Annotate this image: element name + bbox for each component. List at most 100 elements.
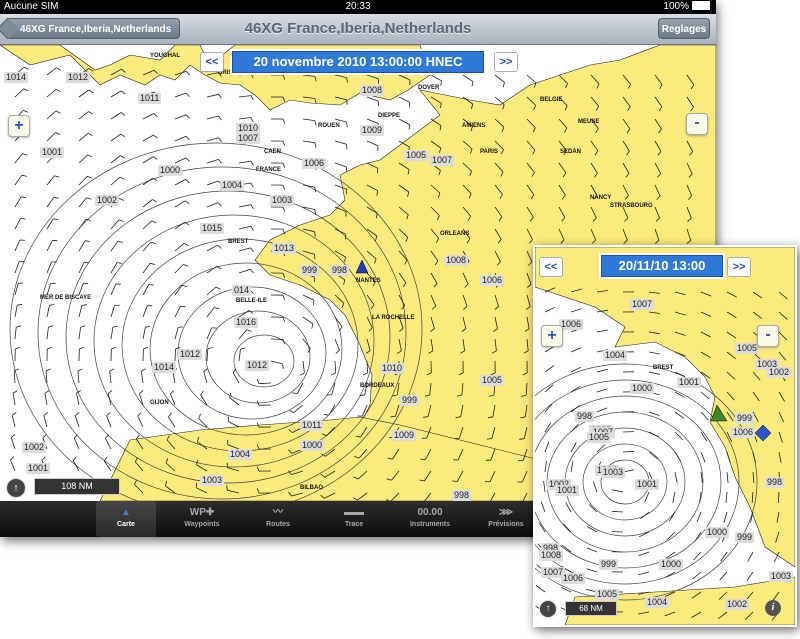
wind-barb — [110, 155, 121, 164]
tab-routes[interactable]: 〰 Routes — [248, 501, 308, 537]
wind-barb — [78, 197, 87, 208]
wind-barb-tick — [250, 182, 254, 188]
inset-previous-time-button[interactable]: << — [539, 257, 563, 277]
wind-barb — [142, 199, 153, 208]
wind-barb-tick — [323, 413, 329, 416]
wind-barb — [174, 157, 187, 164]
wind-barb — [78, 132, 89, 142]
wind-barb-tick — [55, 132, 61, 135]
tab-trace[interactable]: ▬▬ Trace — [324, 501, 384, 537]
inset-zoom-in-button[interactable]: + — [541, 325, 563, 347]
inset-wind-barb — [544, 306, 556, 313]
inset-north-up-button[interactable]: ↑ — [539, 600, 557, 618]
wind-barb-tick — [229, 392, 232, 398]
wind-barb-tick — [218, 115, 222, 121]
next-time-button[interactable]: >> — [494, 52, 518, 72]
isobar-pressure-label: 1008 — [360, 85, 385, 96]
wind-barb-tick — [218, 159, 222, 164]
wind-barb-tick — [49, 304, 55, 306]
wind-barb — [328, 404, 336, 416]
wind-barb — [229, 397, 240, 406]
wind-barb-tick — [119, 198, 125, 201]
wind-barb-tick — [10, 456, 15, 461]
wind-barb-tick — [185, 92, 190, 98]
tab-label: Instruments — [409, 521, 451, 528]
wind-barb-tick — [119, 176, 125, 180]
wind-barb — [109, 371, 112, 384]
inset-isobar-pressure-label: 1001 — [555, 485, 580, 496]
wind-barb-tick — [105, 434, 110, 439]
wind-barb — [110, 112, 122, 120]
wind-barb-tick — [282, 140, 286, 146]
inset-weather-map[interactable]: 1007 1006 1005 1004 1003 1002 1001 1000 999 998 10… — [535, 247, 795, 625]
inset-wind-barb — [570, 347, 582, 353]
previous-time-button[interactable]: << — [200, 52, 224, 72]
wind-barb-tick — [72, 456, 77, 461]
wind-barb — [270, 338, 284, 340]
wind-barb-tick — [23, 88, 29, 92]
wind-barb — [238, 117, 251, 120]
inset-wind-barb — [596, 388, 608, 393]
tab-waypoints[interactable]: WP✚ Waypoints — [172, 501, 232, 537]
wind-barb — [12, 393, 16, 406]
wind-barb-tick — [116, 262, 123, 264]
inset-forecast-date-label: 20/11/10 13:00 — [601, 255, 723, 277]
info-icon[interactable]: i — [765, 600, 781, 616]
wind-barb-tick — [250, 226, 254, 231]
wind-barb — [430, 74, 442, 82]
inset-next-time-button[interactable]: >> — [727, 257, 751, 277]
wind-barb — [238, 225, 251, 230]
battery-percent: 100% — [663, 1, 689, 12]
wind-barb-tick — [117, 240, 123, 243]
wind-barb-tick — [41, 456, 46, 461]
map-place-label: BELGIE — [540, 97, 563, 103]
isobar-pressure-label: 1009 — [392, 430, 417, 441]
wind-barb-tick — [203, 368, 208, 372]
wind-barb — [142, 220, 153, 230]
wind-barb-tick — [339, 326, 343, 332]
inset-zoom-out-button[interactable]: - — [757, 325, 779, 347]
wind-barb-tick — [106, 412, 111, 417]
wind-barb-tick — [486, 438, 492, 440]
wind-barb-tick — [16, 325, 22, 328]
wind-barb-tick — [331, 372, 336, 376]
map-place-label: FRANCE — [256, 167, 281, 173]
route-line-icon: 〰 — [273, 507, 283, 518]
wind-barb — [110, 240, 119, 252]
inset-wind-barb — [570, 461, 574, 473]
inset-isobar-pressure-label: 1000 — [705, 527, 730, 538]
wind-barb — [107, 393, 112, 406]
wind-barb-tick — [440, 80, 442, 86]
map-place-label: DIEPPE — [378, 113, 401, 119]
wind-barb — [142, 156, 154, 164]
wind-barb — [105, 438, 112, 450]
wind-barb-tick — [48, 325, 54, 328]
inset-wind-barb — [726, 471, 729, 483]
wind-barb-tick — [10, 434, 16, 438]
zoom-out-button[interactable]: - — [686, 113, 708, 135]
wind-barb-tick — [292, 392, 298, 394]
wind-barb-tick — [56, 67, 62, 71]
wind-barb — [526, 74, 537, 84]
wind-barb — [228, 421, 240, 428]
map-place-label: BILBAO — [300, 485, 323, 491]
wind-barb — [13, 370, 16, 384]
settings-button[interactable]: Reglages — [658, 18, 710, 39]
isobar-pressure-label: 014 — [232, 285, 252, 296]
wind-barb — [302, 294, 315, 301]
battery-indicator: 100% — [663, 1, 710, 12]
iphone-inset-screenshot: 1007 1006 1005 1004 1003 1002 1001 1000 999 998 10… — [533, 245, 797, 627]
wind-barb — [174, 200, 186, 208]
page-title: 46XG France,Iberia,Netherlands — [244, 20, 472, 37]
inset-wind-barb — [700, 451, 706, 463]
inset-isobar-pressure-label: 1006 — [561, 573, 586, 584]
zoom-in-button[interactable]: + — [8, 115, 30, 137]
tab-previsions[interactable]: ⋙ Prévisions — [476, 501, 536, 537]
north-up-button[interactable]: ↑ — [6, 478, 26, 498]
isobar-pressure-label: 1013 — [272, 243, 297, 254]
inset-wind-barb — [586, 547, 598, 553]
wind-barb-tick — [250, 268, 254, 274]
tab-carte[interactable]: ▲ Carte — [96, 501, 156, 537]
inset-scale-bar: 68 NM — [565, 601, 617, 616]
tab-instruments[interactable]: 00.00 Instruments — [400, 501, 460, 537]
